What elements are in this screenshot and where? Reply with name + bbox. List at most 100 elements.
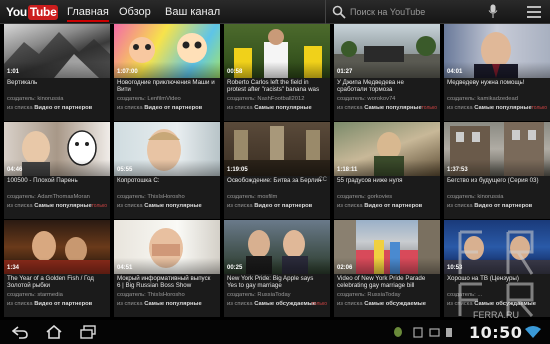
logo-you: You — [6, 5, 27, 19]
system-bar: 10:50 — [0, 320, 550, 344]
video-tile[interactable]: 00:25 New York Pride: Big Apple says Yes… — [224, 220, 330, 317]
wifi-icon — [525, 326, 541, 338]
video-tile[interactable]: 1:37:53 Бегство из будущего (Серия 03) с… — [444, 122, 550, 219]
video-author: создатель: RussiaToday — [337, 292, 401, 298]
video-tile[interactable]: 04:01 Медведеву нужна помощь! создатель:… — [444, 24, 550, 121]
video-source: из списка Самые популярные — [337, 105, 422, 111]
video-title: Мокрый информативный выпуск 6 | Big Russ… — [117, 275, 211, 290]
video-tile[interactable]: 1:34 The Year of a Golden Fish / Год Зол… — [4, 220, 110, 317]
video-tile[interactable]: 01:27 У Джипа Медведева не сработали тор… — [334, 24, 440, 121]
home-icon[interactable] — [46, 325, 62, 339]
video-tag: только — [531, 105, 547, 111]
video-title: Копротошка С: — [117, 177, 160, 184]
recent-apps-icon[interactable] — [80, 325, 96, 339]
video-author: создатель: starmedia — [7, 292, 63, 298]
tab-browse[interactable]: Обзор — [119, 5, 151, 19]
video-source: из списка Самые популярные — [227, 105, 312, 111]
top-app-bar: You Tube Главная Обзор Ваш канал — [0, 0, 550, 24]
video-source: из списка Видео от партнеров — [7, 105, 93, 111]
video-tile[interactable]: 1:07:00 Новогодние приключения Маши и Ви… — [114, 24, 220, 121]
video-duration: 04:51 — [117, 265, 133, 271]
video-author: создатель: kinorussia — [7, 96, 64, 102]
video-duration: 1:19:05 — [227, 167, 248, 173]
video-author: создатель: AdamThomasMoran — [7, 194, 90, 200]
video-duration: 05:55 — [117, 167, 133, 173]
video-title: Хорошо на ТВ (Цензуры) — [447, 275, 519, 282]
video-duration: 04:46 — [7, 167, 23, 173]
video-source: из списка Самые обсуждаемые — [447, 301, 536, 307]
search-icon[interactable] — [332, 5, 346, 19]
video-duration: 02:06 — [337, 265, 353, 271]
video-tag: только — [311, 301, 327, 307]
video-title: New York Pride: Big Apple says Yes to ga… — [227, 275, 314, 290]
video-author: создатель: LenfilmVideo — [117, 96, 181, 102]
video-title: The Year of a Golden Fish / Год Золотой … — [7, 275, 94, 290]
video-title: Roberto Carlos left the field in protest… — [227, 79, 320, 94]
video-title: Бегство из будущего (Серия 03) — [447, 177, 539, 184]
video-title: Освобождение: Битва за Берлин — [227, 177, 322, 184]
video-source: из списка Видео от партнеров — [337, 203, 423, 209]
video-title: У Джипа Медведева не сработали тормоза — [337, 79, 404, 94]
video-title: Вертикаль — [7, 79, 38, 86]
video-tag: только — [421, 105, 437, 111]
tab-my-channel[interactable]: Ваш канал — [165, 5, 220, 19]
video-tile[interactable]: 04:51 Мокрый информативный выпуск 6 | Bi… — [114, 220, 220, 317]
video-title: Новогодние приключения Маши и Вити — [117, 79, 215, 94]
video-author: создатель: ... — [447, 292, 483, 298]
video-source: из списка Видео от партнеров — [117, 105, 203, 111]
back-arrow-icon[interactable] — [12, 325, 28, 339]
video-source: из списка Самые обсуждаемые — [227, 301, 316, 307]
video-duration: 04:01 — [447, 69, 463, 75]
divider — [325, 0, 326, 24]
video-source: из списка Самые популярные — [447, 105, 532, 111]
video-tile[interactable]: 1:01 Вертикаль создатель: kinorussia из … — [4, 24, 110, 121]
video-tile[interactable]: 00:58 Roberto Carlos left the field in p… — [224, 24, 330, 121]
video-duration: 01:27 — [337, 69, 353, 75]
video-author: создатель: kamikadzedead — [447, 96, 518, 102]
video-source: из списка Самые популярные — [7, 203, 92, 209]
video-author: создатель: RussiaToday — [227, 292, 291, 298]
video-author: создатель: NashFootball2012 — [227, 96, 305, 102]
video-tile[interactable]: 05:55 Копротошка С: создатель: ThisIsHor… — [114, 122, 220, 219]
video-author: создатель: ThisIsHorosho — [117, 292, 185, 298]
video-source: из списка Видео от партнеров — [7, 301, 93, 307]
video-author: создатель: ThisIsHorosho — [117, 194, 185, 200]
video-duration: 1:34 — [7, 265, 20, 271]
video-author: создатель: kinorussia — [447, 194, 504, 200]
clock: 10:50 — [469, 323, 523, 342]
video-source: из списка Видео от партнеров — [227, 203, 313, 209]
video-title: Медведеву нужна помощь! — [447, 79, 525, 86]
video-tag: только — [91, 203, 107, 209]
video-duration: 00:25 — [227, 265, 243, 271]
video-thumbnail — [4, 24, 110, 78]
video-duration: 1:37:53 — [447, 167, 468, 173]
video-tile[interactable]: 10:53 Хорошо на ТВ (Цензуры) создатель: … — [444, 220, 550, 317]
video-tile[interactable]: 02:06 Video of New York Pride Parade cel… — [334, 220, 440, 317]
logo-tube: Tube — [27, 4, 59, 20]
video-source: из списка Самые обсуждаемые — [337, 301, 426, 307]
video-duration: 1:07:00 — [117, 69, 138, 75]
youtube-logo[interactable]: You Tube — [6, 4, 59, 20]
menu-icon[interactable] — [527, 6, 541, 18]
video-source: из списка Самые популярные — [117, 301, 202, 307]
video-duration: 1:18:11 — [337, 167, 358, 173]
video-author: создатель: gorkovies — [337, 194, 393, 200]
search-input[interactable] — [350, 4, 480, 20]
video-title: 55 градусов ниже нуля — [337, 177, 403, 184]
video-duration: 00:58 — [227, 69, 243, 75]
video-duration: 1:01 — [7, 69, 20, 75]
video-duration: 10:53 — [447, 265, 463, 271]
video-title: Video of New York Pride Parade celebrati… — [337, 275, 426, 290]
video-title: 100500 - Плохой Парень — [7, 177, 78, 184]
video-grid: 1:01 Вертикаль создатель: kinorussia из … — [0, 24, 550, 320]
video-tile[interactable]: 1:19:05 CC Освобождение: Битва за Берлин… — [224, 122, 330, 219]
notification-icons — [394, 327, 452, 338]
tab-home[interactable]: Главная — [67, 5, 109, 22]
microphone-icon[interactable] — [488, 4, 498, 19]
video-thumbnail — [4, 220, 110, 274]
video-author: создатель: worokov74 — [337, 96, 396, 102]
video-source: из списка Самые популярные — [117, 203, 202, 209]
video-tile[interactable]: 04:46 100500 - Плохой Парень создатель: … — [4, 122, 110, 219]
video-tile[interactable]: 1:18:11 55 градусов ниже нуля создатель:… — [334, 122, 440, 219]
video-author: создатель: mosfilm — [227, 194, 278, 200]
